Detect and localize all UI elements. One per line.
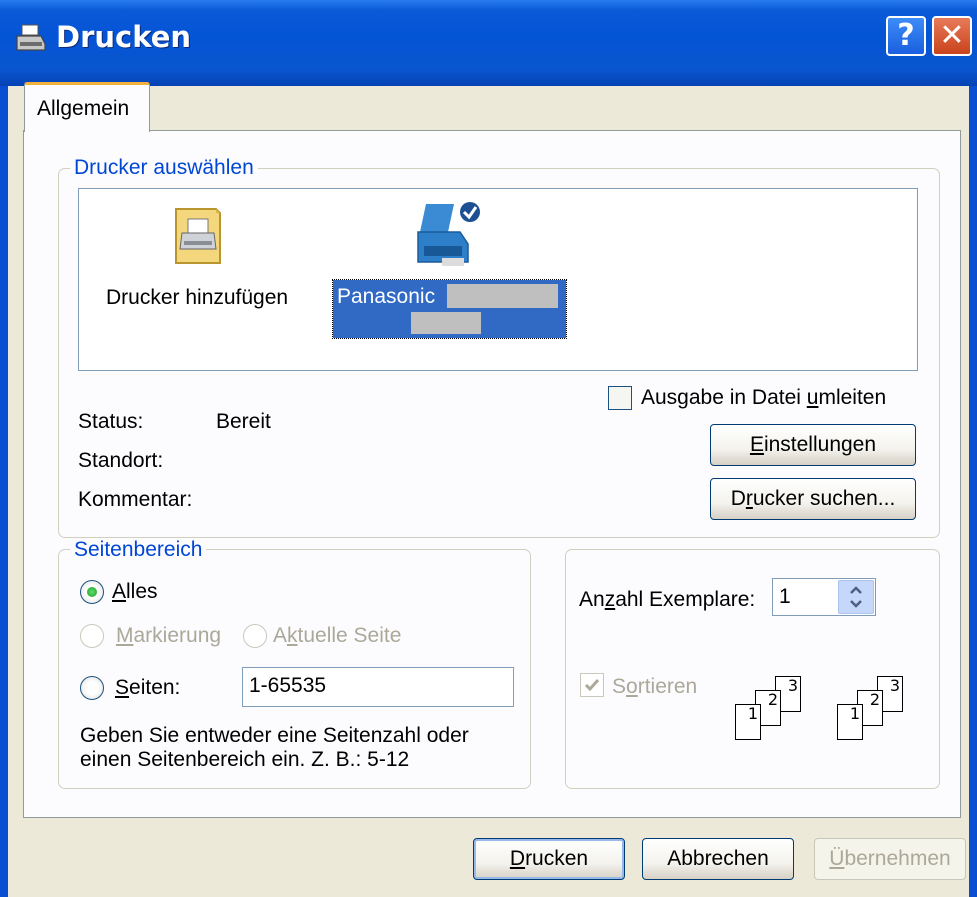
window-title: Drucken [56,20,192,54]
page-range-legend: Seitenbereich [70,538,207,562]
tab-general[interactable]: Allgemein [24,82,150,132]
collate-label: Sortieren [612,675,698,698]
pages-input-value: 1-65535 [249,674,327,697]
apply-button[interactable]: Übernehmen [814,838,966,880]
pages-input[interactable]: 1-65535 [242,667,514,707]
title-bar: Drucken ? ✕ [0,0,977,86]
copies-label: Anzahl Exemplare: [579,588,756,611]
copies-spinner[interactable] [838,580,874,614]
redacted-block [411,312,481,334]
copies-group [565,549,940,789]
page-icon: 1 [837,704,863,740]
all-pages-label: Alles [112,580,158,603]
print-button[interactable]: Drucken [473,838,625,880]
printer-group-legend: Drucker auswählen [70,156,258,180]
pages-label: Seiten: [115,676,181,699]
page-range-hint-1: Geben Sie entweder eine Seitenzahl oder [80,724,469,747]
checkmark-icon [584,679,600,692]
redacted-block [447,284,558,308]
spinner-arrows-icon [850,586,862,608]
find-printer-button[interactable]: Drucker suchen... [710,478,916,520]
add-printer-icon[interactable] [170,205,228,267]
window-frame-right [969,86,977,897]
comment-label: Kommentar: [78,488,193,511]
page-range-hint-2: einen Seitenbereich ein. Z. B.: 5-12 [80,748,410,771]
cancel-button[interactable]: Abbrechen [642,838,794,880]
default-printer-icon[interactable] [412,198,484,270]
help-button[interactable]: ? [886,16,926,56]
printer-icon [14,22,48,56]
radio-dot [87,587,97,597]
close-button[interactable]: ✕ [932,16,972,56]
print-to-file-label: Ausgabe in Datei umleiten [641,386,887,409]
all-pages-radio[interactable] [80,580,104,604]
collate-checkbox[interactable] [580,673,604,697]
pages-radio[interactable] [80,676,104,700]
status-value: Bereit [216,410,271,433]
current-page-radio[interactable] [243,624,267,648]
add-printer-label: Drucker hinzufügen [106,286,289,309]
selection-label: Markierung [116,624,222,647]
print-to-file-checkbox[interactable] [608,386,632,410]
settings-button[interactable]: Einstellungen [710,424,916,466]
selection-radio[interactable] [80,624,104,648]
copies-input-value: 1 [779,585,791,608]
page-icon: 1 [735,704,761,740]
location-label: Standort: [78,449,164,472]
current-page-label: Aktuelle Seite [273,624,402,647]
tab-label: Allgemein [37,97,130,120]
printer-name: Panasonic [337,285,436,308]
status-label: Status: [78,410,144,433]
window-frame-left [0,86,8,897]
